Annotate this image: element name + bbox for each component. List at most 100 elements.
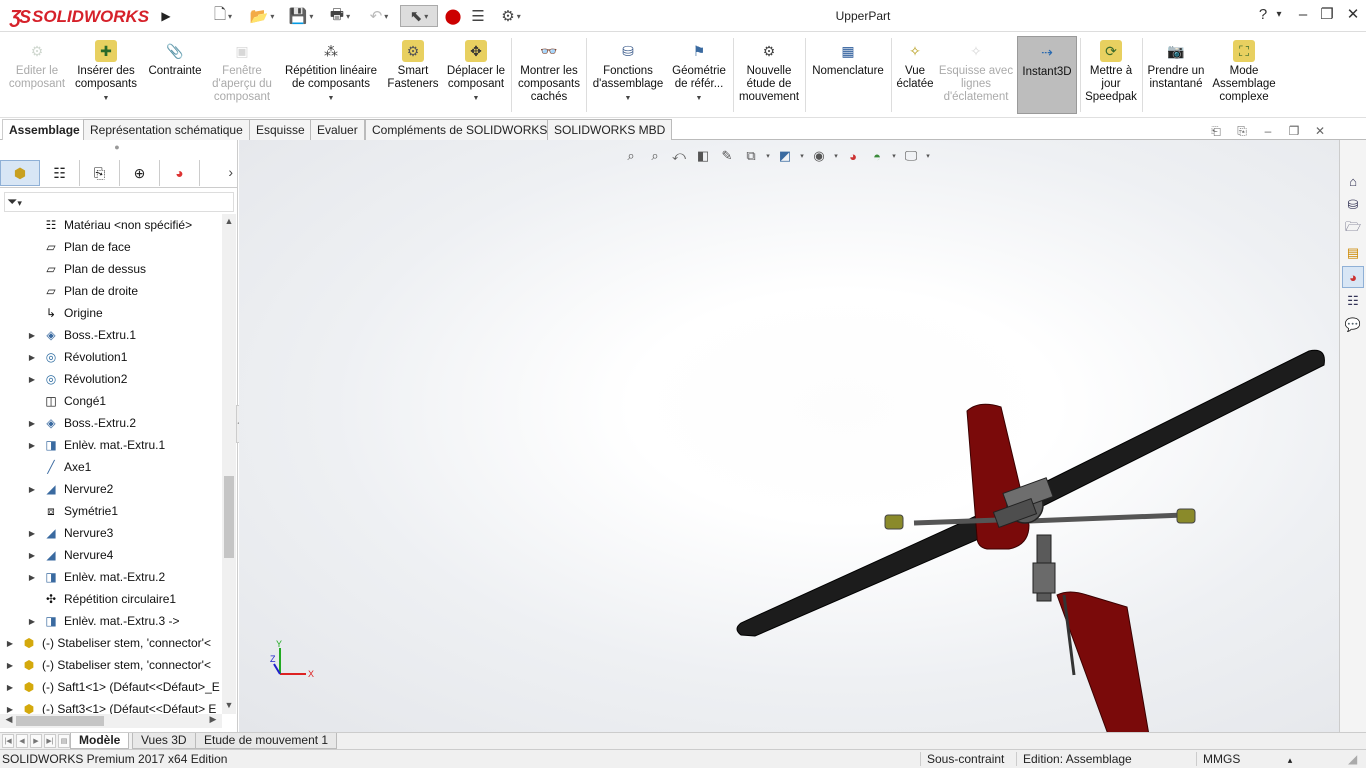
tree-item[interactable]: ▶ ◨ Enlèv. mat.-Extru.3 ->: [26, 610, 180, 632]
tree-item[interactable]: ▶ ◎ Révolution2: [26, 368, 127, 390]
helicopter-rotor-model[interactable]: [729, 345, 1334, 755]
bom-button[interactable]: ▦ Nomenclature: [808, 36, 888, 114]
display-style-icon[interactable]: ◩: [773, 146, 797, 166]
previous-window-icon[interactable]: ⎗: [1203, 124, 1229, 142]
scroll-thumb[interactable]: [16, 716, 104, 726]
tab-assemblage[interactable]: Assemblage: [2, 119, 87, 140]
tree-item[interactable]: ▱ Plan de dessus: [26, 258, 146, 280]
home-tab[interactable]: ⌂: [1342, 170, 1364, 192]
chevron-right-icon[interactable]: ›: [228, 164, 233, 180]
viewport-close-icon[interactable]: ✕: [1307, 124, 1333, 142]
tree-item[interactable]: ▶ ⬢ (-) Saft1<1> (Défaut<<Défaut>_E: [4, 676, 220, 698]
snapshot-button[interactable]: 📷 Prendre un instantané: [1145, 36, 1207, 114]
reference-geometry-button[interactable]: ⚑ Géométrie de référ... ▼: [668, 36, 730, 114]
expand-arrow-icon[interactable]: ▶: [26, 617, 38, 626]
move-component-button[interactable]: ✥ Déplacer le composant ▼: [444, 36, 508, 114]
dimxpert-tab[interactable]: ⊕: [120, 160, 160, 186]
previous-view-icon[interactable]: ⤺: [667, 146, 691, 166]
zoom-area-icon[interactable]: ⌕: [643, 146, 667, 166]
featuremanager-tab[interactable]: ⬢: [0, 160, 40, 186]
tree-filter[interactable]: ⏷▾: [4, 192, 234, 212]
tab-solidworks-mbd[interactable]: SOLIDWORKS MBD: [547, 119, 673, 140]
dynamic-annotation-icon[interactable]: ✎: [715, 146, 739, 166]
first-tab-icon[interactable]: |◀: [2, 734, 14, 748]
scroll-right-icon[interactable]: ▶: [206, 714, 220, 728]
insert-components-button[interactable]: ✚ Insérer des composants ▼: [72, 36, 140, 114]
tab-list-icon[interactable]: ▤: [58, 734, 70, 748]
tree-item[interactable]: ▶ ◢ Nervure2: [26, 478, 113, 500]
tree-item[interactable]: ▶ ◈ Boss.-Extru.2: [26, 412, 136, 434]
tree-item[interactable]: ▱ Plan de droite: [26, 280, 138, 302]
panel-grip-icon[interactable]: ●: [110, 142, 124, 152]
chevron-down-icon[interactable]: ▾: [797, 146, 807, 166]
expand-arrow-icon[interactable]: ▶: [26, 441, 38, 450]
tree-vertical-scrollbar[interactable]: ▲ ▼: [222, 214, 236, 714]
expand-arrow-icon[interactable]: ▶: [4, 705, 16, 714]
scroll-left-icon[interactable]: ◀: [2, 714, 16, 728]
tab-etude-mouvement[interactable]: Etude de mouvement 1: [195, 733, 338, 749]
chevron-down-icon[interactable]: ▾: [763, 146, 773, 166]
linear-pattern-button[interactable]: ⁂ Répétition linéaire de composants ▼: [280, 36, 382, 114]
chevron-down-icon[interactable]: ▾: [831, 146, 841, 166]
view-orientation-icon[interactable]: ⧉: [739, 146, 763, 166]
zoom-to-fit-icon[interactable]: ⌕: [619, 146, 643, 166]
section-view-icon[interactable]: ◧: [691, 146, 715, 166]
appearance-tab[interactable]: ◕: [160, 160, 200, 186]
graphics-area[interactable]: ⎗ ⎘ – ❐ ✕ ⌕ ⌕ ⤺ ◧ ✎ ⧉ ▾ ◩ ▾ ◉ ▾ ◕ ◓ ▾ 🖵 …: [239, 124, 1339, 748]
next-tab-icon[interactable]: ▶: [30, 734, 42, 748]
view-settings-icon[interactable]: 🖵: [899, 146, 923, 166]
expand-arrow-icon[interactable]: ▶: [26, 331, 38, 340]
tree-item[interactable]: ▶ ◢ Nervure3: [26, 522, 113, 544]
scroll-up-icon[interactable]: ▲: [222, 216, 236, 230]
tree-item[interactable]: ▶ ⬢ (-) Stabeliser stem, 'connector'<: [4, 632, 211, 654]
tab-modele[interactable]: Modèle: [70, 733, 130, 749]
view-palette-tab[interactable]: ▤: [1342, 242, 1364, 264]
speedpak-button[interactable]: ⟳ Mettre à jour Speedpak: [1083, 36, 1139, 114]
help-dropdown[interactable]: ▾: [1270, 4, 1288, 26]
expand-arrow-icon[interactable]: ▶: [4, 683, 16, 692]
close-button[interactable]: ✕: [1340, 4, 1366, 26]
tree-item[interactable]: ▶ ◨ Enlèv. mat.-Extru.1: [26, 434, 165, 456]
propertymanager-tab[interactable]: ☷: [40, 160, 80, 186]
tree-item[interactable]: ▶ ◎ Révolution1: [26, 346, 127, 368]
scroll-thumb[interactable]: [224, 476, 234, 558]
scroll-down-icon[interactable]: ▼: [222, 700, 236, 714]
expand-arrow-icon[interactable]: ▶: [26, 375, 38, 384]
next-window-icon[interactable]: ⎘: [1229, 124, 1255, 142]
tab-esquisse[interactable]: Esquisse: [249, 119, 312, 140]
tree-item[interactable]: ⧈ Symétrie1: [26, 500, 118, 522]
expand-arrow-icon[interactable]: ▶: [4, 661, 16, 670]
forum-tab[interactable]: 💬: [1342, 314, 1364, 336]
last-tab-icon[interactable]: ▶|: [44, 734, 56, 748]
minimize-button[interactable]: –: [1290, 4, 1316, 26]
mate-button[interactable]: 📎 Contrainte: [144, 36, 206, 114]
large-assembly-button[interactable]: ⛶ Mode Assemblage complexe: [1209, 36, 1279, 114]
tree-item[interactable]: ▶ ◨ Enlèv. mat.-Extru.2: [26, 566, 165, 588]
tree-item[interactable]: ▶ ◢ Nervure4: [26, 544, 113, 566]
explode-line-sketch-button[interactable]: ✧ Esquisse avec lignes d'éclatement: [938, 36, 1014, 114]
tab-vues-3d[interactable]: Vues 3D: [132, 733, 196, 749]
tab-evaluer[interactable]: Evaluer: [310, 119, 365, 140]
chevron-down-icon[interactable]: ▾: [889, 146, 899, 166]
expand-arrow-icon[interactable]: ▶: [4, 639, 16, 648]
component-preview-button[interactable]: ▣ Fenêtre d'aperçu du composant: [208, 36, 276, 114]
tree-item[interactable]: ◫ Congé1: [26, 390, 106, 412]
tree-item[interactable]: ▶ ⬢ (-) Stabeliser stem, 'connector'<: [4, 654, 211, 676]
tree-item[interactable]: ☷ Matériau <non spécifié>: [26, 214, 192, 236]
edit-component-button[interactable]: ⚙ Editer le composant: [4, 36, 70, 114]
expand-arrow-icon[interactable]: ▶: [26, 529, 38, 538]
custom-properties-tab[interactable]: ☷: [1342, 290, 1364, 312]
prev-tab-icon[interactable]: ◀: [16, 734, 28, 748]
tree-item[interactable]: ↳ Origine: [26, 302, 103, 324]
design-library-tab[interactable]: ⛁: [1342, 194, 1364, 216]
units-selector[interactable]: MMGS ▴: [1196, 752, 1296, 766]
appearances-tab[interactable]: ◕: [1342, 266, 1364, 288]
viewport-minimize-icon[interactable]: –: [1255, 124, 1281, 142]
restore-button[interactable]: ❐: [1314, 4, 1340, 26]
tree-item[interactable]: ╱ Axe1: [26, 456, 91, 478]
expand-arrow-icon[interactable]: ▶: [26, 419, 38, 428]
smart-fasteners-button[interactable]: ⚙ Smart Fasteners: [384, 36, 442, 114]
expand-arrow-icon[interactable]: ▶: [26, 551, 38, 560]
tree-item[interactable]: ✣ Répétition circulaire1: [26, 588, 176, 610]
tree-item[interactable]: ▶ ⬢ (-) Saft3<1> (Défaut<<Défaut> E: [4, 698, 217, 714]
